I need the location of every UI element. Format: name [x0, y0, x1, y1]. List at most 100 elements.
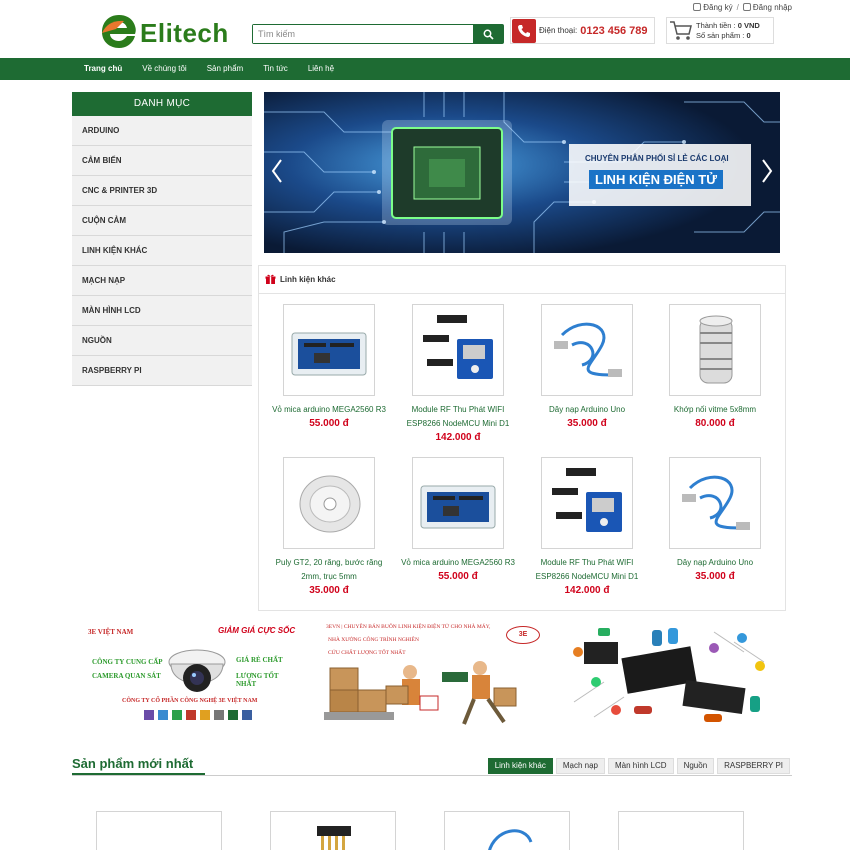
new-products-header: Sản phẩm mới nhất Linh kiện khác Mạch nạ…	[72, 756, 792, 776]
tab-programmer[interactable]: Mạch nạp	[555, 758, 605, 774]
login-link[interactable]: Đăng nhập	[742, 3, 792, 12]
product-card[interactable]: Dây nạp Arduino Uno 35.000 đ	[523, 304, 651, 431]
new-products-title: Sản phẩm mới nhất	[72, 756, 206, 775]
product-price: 142.000 đ	[564, 585, 610, 596]
product-card[interactable]: Dây nạp Arduino Uno 35.000 đ	[651, 457, 779, 584]
product-image[interactable]	[541, 457, 633, 549]
product-image[interactable]	[412, 304, 504, 396]
product-card[interactable]: Puly GT2, 20 răng, bước răng 2mm, trục 5…	[265, 457, 393, 598]
new-product-card[interactable]	[96, 811, 222, 850]
product-name[interactable]: Module RF Thu Phát WIFI ESP8266 NodeMCU …	[523, 556, 651, 584]
cable-image	[682, 475, 750, 530]
phone-number[interactable]: 0123 456 789	[580, 25, 647, 37]
panel-title: Linh kiện khác	[280, 275, 336, 284]
banner-brand: 3E VIỆT NAM	[88, 628, 134, 636]
sidebar-item-sensor[interactable]: CẢM BIẾN	[72, 146, 252, 176]
thumb-icon	[200, 710, 210, 720]
sidebar-item-lcd[interactable]: MÀN HÌNH LCD	[72, 296, 252, 326]
product-image[interactable]	[283, 304, 375, 396]
delivery-image	[324, 661, 517, 725]
module-image	[423, 315, 493, 379]
nav-products[interactable]: Sản phẩm	[197, 58, 253, 80]
phone-box: Điện thoại: 0123 456 789	[510, 17, 655, 44]
banner2-line3: CỨU CHẤT LƯỢNG TỐT NHẤT	[328, 650, 406, 656]
coupler-image	[699, 315, 733, 384]
product-image[interactable]	[283, 457, 375, 549]
new-product-card[interactable]	[618, 811, 744, 850]
slider-title: LINH KIỆN ĐIỆN TỬ	[589, 170, 724, 189]
tab-lcd[interactable]: Màn hình LCD	[607, 758, 674, 774]
tab-raspberry[interactable]: RASPBERRY PI	[717, 758, 790, 774]
cart-count: Số sản phẩm : 0	[696, 30, 751, 40]
product-card[interactable]: Khớp nối vitme 5x8mm 80.000 đ	[651, 304, 779, 431]
product-image[interactable]	[412, 457, 504, 549]
slider-next-icon[interactable]	[760, 158, 774, 184]
sidebar-item-programmer[interactable]: MẠCH NẠP	[72, 266, 252, 296]
sidebar-item-raspberry[interactable]: RASPBERRY PI	[72, 356, 252, 386]
product-image[interactable]	[669, 457, 761, 549]
product-name[interactable]: Vỏ mica arduino MEGA2560 R3	[265, 403, 393, 417]
product-card[interactable]: Vỏ mica arduino MEGA2560 R3 55.000 đ	[265, 304, 393, 431]
nav-contact[interactable]: Liên hệ	[298, 58, 344, 80]
product-name[interactable]: Vỏ mica arduino MEGA2560 R3	[394, 556, 522, 570]
search-input[interactable]	[253, 25, 473, 43]
nav-about[interactable]: Về chúng tôi	[132, 58, 196, 80]
camera-banner[interactable]: 3E VIỆT NAM GIẢM GIÁ CỰC SỐC CÔNG TY CUN…	[84, 622, 300, 731]
product-name[interactable]: Dây nạp Arduino Uno	[523, 403, 651, 417]
cable-image	[488, 829, 533, 850]
delivery-banner[interactable]: 3EVN | CHUYÊN BÁN BUÔN LINH KIỆN ĐIỆN TỬ…	[324, 622, 548, 731]
phone-icon	[512, 18, 536, 43]
banner2-logo: 3E	[506, 626, 540, 644]
search-bar	[252, 24, 504, 44]
product-card[interactable]: Vỏ mica arduino MEGA2560 R3 55.000 đ	[394, 457, 522, 584]
hero-slider[interactable]: CHUYÊN PHÂN PHỐI SỈ LẺ CÁC LOẠI LINH KIỆ…	[264, 92, 780, 253]
logo-icon	[102, 15, 136, 48]
register-link[interactable]: Đăng ký	[693, 3, 733, 12]
new-product-card[interactable]	[270, 811, 396, 850]
new-product-card[interactable]	[444, 811, 570, 850]
slider-subtitle: CHUYÊN PHÂN PHỐI SỈ LẺ CÁC LOẠI	[585, 154, 729, 163]
sidebar-item-power[interactable]: NGUỒN	[72, 326, 252, 356]
thumb-icon	[186, 710, 196, 720]
banner-company: CÔNG TY CỔ PHẦN CÔNG NGHỆ 3E VIỆT NAM	[122, 698, 258, 704]
product-price: 35.000 đ	[695, 571, 735, 582]
login-icon	[742, 3, 751, 11]
product-image[interactable]	[669, 304, 761, 396]
thumb-icon	[214, 710, 224, 720]
panel-header: Linh kiện khác	[259, 266, 785, 294]
search-button[interactable]	[473, 25, 503, 43]
thumb-icon	[158, 710, 168, 720]
sidebar-item-arduino[interactable]: ARDUINO	[72, 116, 252, 146]
nav-home[interactable]: Trang chủ	[74, 58, 132, 80]
product-card[interactable]: Module RF Thu Phát WIFI ESP8266 NodeMCU …	[523, 457, 651, 598]
sidebar-item-cnc[interactable]: CNC & PRINTER 3D	[72, 176, 252, 206]
header-pins-image	[317, 826, 351, 850]
tab-other[interactable]: Linh kiện khác	[487, 758, 553, 774]
tab-power[interactable]: Nguồn	[676, 758, 715, 774]
slider-prev-icon[interactable]	[270, 158, 284, 184]
product-name[interactable]: Puly GT2, 20 răng, bước răng 2mm, trục 5…	[265, 556, 393, 584]
product-price: 142.000 đ	[435, 432, 481, 443]
product-name[interactable]: Dây nạp Arduino Uno	[651, 556, 779, 570]
sidebar-item-inductor[interactable]: CUỘN CẢM	[72, 206, 252, 236]
logo[interactable]: Elitech	[100, 12, 228, 52]
banner-line2: CAMERA QUAN SÁT	[92, 672, 161, 680]
slider-caption: CHUYÊN PHÂN PHỐI SỈ LẺ CÁC LOẠI LINH KIỆ…	[569, 144, 751, 206]
product-image[interactable]	[541, 304, 633, 396]
gift-icon	[265, 274, 276, 284]
components-banner[interactable]	[564, 622, 780, 731]
sidebar-item-other[interactable]: LINH KIỆN KHÁC	[72, 236, 252, 266]
nav-news[interactable]: Tin tức	[253, 58, 298, 80]
banner2-line2: NHÀ XƯỞNG CÔNG TRÌNH NGHIÊN	[328, 637, 419, 643]
product-price: 55.000 đ	[309, 418, 349, 429]
components-image	[573, 628, 765, 722]
product-price: 55.000 đ	[438, 571, 478, 582]
product-name[interactable]: Module RF Thu Phát WIFI ESP8266 NodeMCU …	[394, 403, 522, 431]
phone-label: Điện thoại:	[539, 26, 578, 35]
thumb-icon	[144, 710, 154, 720]
banner-line1: CÔNG TY CUNG CẤP	[92, 658, 163, 666]
camera-icon	[168, 649, 226, 692]
product-card[interactable]: Module RF Thu Phát WIFI ESP8266 NodeMCU …	[394, 304, 522, 445]
cart-box[interactable]: Thành tiền : 0 VND Số sản phẩm : 0	[666, 17, 774, 44]
product-name[interactable]: Khớp nối vitme 5x8mm	[651, 403, 779, 417]
